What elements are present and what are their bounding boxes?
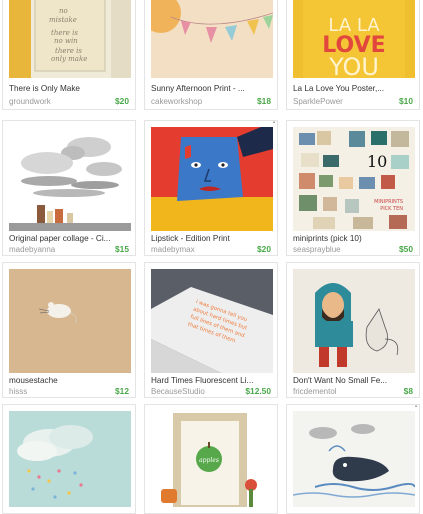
product-card-6[interactable]: 10 MINIPRINTS PICK TEN miniprints (pick … [286, 120, 420, 256]
art-text-line: no [59, 7, 68, 15]
product-price: $20 [115, 96, 129, 106]
product-card-12[interactable]: ▪ [286, 404, 420, 514]
corner-mark: ▪ [272, 120, 275, 126]
shop-name[interactable]: seasprayblue [293, 245, 341, 254]
product-title[interactable]: Original paper collage - Ci... [9, 234, 131, 243]
product-image-7[interactable] [9, 269, 131, 373]
product-card-7[interactable]: mousestache hisss $12 [2, 262, 136, 398]
product-card-10[interactable] [2, 404, 136, 514]
product-price: $18 [257, 96, 271, 106]
product-card-9[interactable]: Don't Want No Small Fe... fricdementol $… [286, 262, 420, 398]
art-text-line: there is [55, 47, 82, 55]
product-title[interactable]: Hard Times Fluorescent Li... [151, 376, 273, 385]
product-image-11[interactable]: apples [151, 411, 273, 507]
shop-name[interactable]: fricdementol [293, 387, 337, 396]
product-image-5[interactable] [151, 127, 273, 231]
product-card-5[interactable]: ▪ Lipstick - Edition Print madebymax $20 [144, 120, 278, 256]
product-image-4[interactable] [9, 127, 131, 231]
product-image-1[interactable]: no mistake there is no win there is only… [9, 0, 131, 78]
product-price: $12.50 [245, 386, 271, 396]
product-title[interactable]: mousestache [9, 376, 131, 385]
art-text: PICK TEN [380, 206, 403, 212]
shop-name[interactable]: SparklePower [293, 97, 343, 106]
product-grid: no mistake there is no win there is only… [0, 0, 423, 514]
product-image-2[interactable] [151, 0, 273, 78]
art-text-line: mistake [49, 16, 77, 24]
shop-name[interactable]: cakeworkshop [151, 97, 202, 106]
product-image-6[interactable]: 10 MINIPRINTS PICK TEN [293, 127, 415, 231]
art-text: YOU [328, 53, 379, 78]
product-title[interactable]: Sunny Afternoon Print - ... [151, 84, 273, 93]
product-price: $20 [257, 244, 271, 254]
product-card-3[interactable]: LA LA LOVE YOU La La Love You Poster,...… [286, 0, 420, 110]
art-text-line: no win [54, 37, 78, 45]
product-image-10[interactable] [9, 411, 131, 507]
product-price: $12 [115, 386, 129, 396]
shop-name[interactable]: hisss [9, 387, 27, 396]
product-title[interactable]: Don't Want No Small Fe... [293, 376, 415, 385]
art-text-line: there is [51, 29, 78, 37]
product-card-11[interactable]: apples [144, 404, 278, 514]
product-image-9[interactable] [293, 269, 415, 373]
product-card-2[interactable]: Sunny Afternoon Print - ... cakeworkshop… [144, 0, 278, 110]
product-card-8[interactable]: i was gonna tell you about hard times bu… [144, 262, 278, 398]
product-card-4[interactable]: Original paper collage - Ci... madebyann… [2, 120, 136, 256]
product-price: $15 [115, 244, 129, 254]
product-price: $50 [399, 244, 413, 254]
shop-name[interactable]: BecauseStudio [151, 387, 205, 396]
shop-name[interactable]: madebyanna [9, 245, 55, 254]
shop-name[interactable]: groundwork [9, 97, 51, 106]
product-title[interactable]: There is Only Make [9, 84, 131, 93]
product-title[interactable]: La La Love You Poster,... [293, 84, 415, 93]
art-text: MINIPRINTS [374, 199, 403, 205]
product-card-1[interactable]: no mistake there is no win there is only… [2, 0, 136, 110]
product-image-3[interactable]: LA LA LOVE YOU [293, 0, 415, 78]
product-price: $8 [403, 386, 413, 396]
art-text-line: only make [51, 55, 87, 63]
product-image-8[interactable]: i was gonna tell you about hard times bu… [151, 269, 273, 373]
product-title[interactable]: miniprints (pick 10) [293, 234, 415, 243]
art-text: apples [199, 457, 219, 464]
product-title[interactable]: Lipstick - Edition Print [151, 234, 273, 243]
shop-name[interactable]: madebymax [151, 245, 195, 254]
art-text: 10 [367, 152, 387, 171]
corner-mark: ▪ [414, 404, 417, 410]
product-image-12[interactable] [293, 411, 415, 507]
product-price: $10 [399, 96, 413, 106]
